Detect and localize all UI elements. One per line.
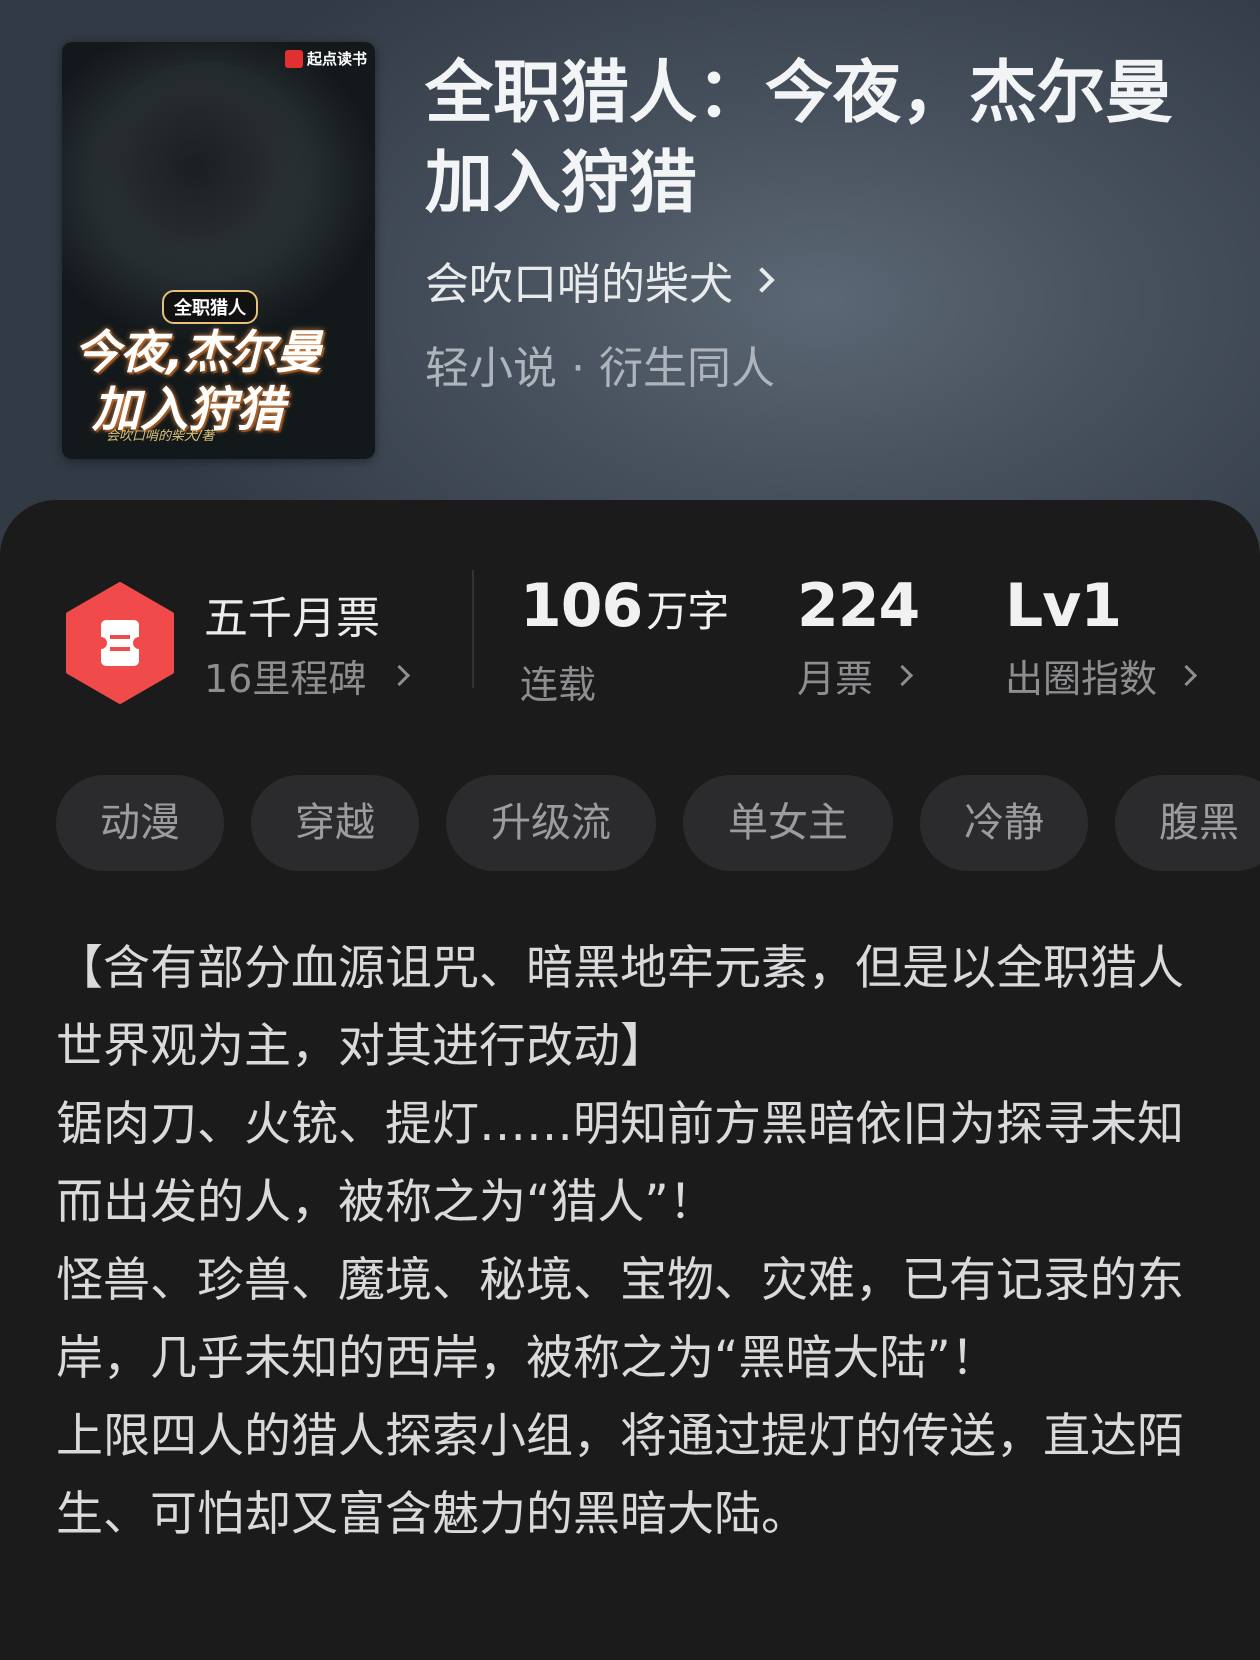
cover-brand: 起点读书: [284, 48, 367, 69]
chevron-right-icon: [749, 267, 775, 293]
tag-chip[interactable]: 升级流: [446, 775, 656, 871]
book-title: 全职猎人：今夜，杰尔曼加入狩猎: [425, 53, 1174, 223]
book-description[interactable]: 【含有部分血源诅咒、暗黑地牢元素，但是以全职猎人世界观为主，对其进行改动】 锯肉…: [56, 930, 1216, 1554]
description-paragraph: 【含有部分血源诅咒、暗黑地牢元素，但是以全职猎人世界观为主，对其进行改动】: [56, 941, 1184, 1074]
chevron-right-icon: [389, 664, 411, 687]
monthly-ticket-label: 月票: [797, 657, 874, 701]
tag-chip[interactable]: 动漫: [56, 775, 224, 871]
word-count-unit: 万字: [646, 587, 729, 636]
description-paragraph: 上限四人的猎人探索小组，将通过提灯的传送，直达陌生、可怕却又富含魅力的黑暗大陆。: [56, 1409, 1184, 1542]
monthly-ticket-stat[interactable]: 224 月票: [797, 571, 920, 703]
qidian-logo-icon: [284, 49, 303, 68]
word-count-stat: 106万字 连载: [520, 571, 729, 709]
description-paragraph: 怪兽、珍兽、魔境、秘境、宝物、灾难，已有记录的东岸，几乎未知的西岸，被称之为“黑…: [56, 1253, 1184, 1386]
tag-list: 动漫 穿越 升级流 单女主 冷静 腹黑: [56, 775, 1260, 875]
milestone-title: 五千月票: [204, 593, 380, 644]
tag-chip[interactable]: 单女主: [683, 775, 893, 871]
word-count-label: 连载: [520, 663, 597, 707]
chevron-right-icon: [1175, 664, 1198, 687]
milestone-subtitle: 16里程碑: [204, 657, 367, 701]
popularity-stat[interactable]: Lv1 出圈指数: [1005, 571, 1198, 703]
word-count-value: 106: [520, 571, 643, 641]
cover-artwork: [92, 62, 322, 292]
stats-divider: [472, 570, 474, 688]
description-paragraph: 锯肉刀、火铳、提灯……明知前方黑暗依旧为探寻未知而出发的人，被称之为“猎人”！: [56, 1097, 1184, 1230]
ticket-badge-icon[interactable]: [64, 582, 176, 704]
tag-chip[interactable]: 腹黑: [1115, 775, 1260, 871]
cover-brand-text: 起点读书: [306, 50, 367, 68]
milestone-link[interactable]: 16里程碑: [204, 648, 411, 703]
book-genre: 轻小说 · 衍生同人: [425, 343, 775, 394]
tag-chip[interactable]: 穿越: [251, 775, 419, 871]
author-name: 会吹口哨的柴犬: [425, 259, 733, 310]
tag-chip[interactable]: 冷静: [920, 775, 1088, 871]
book-cover[interactable]: 起点读书 全职猎人 今夜,杰尔曼 加入狩猎 会吹口哨的柴犬/著: [62, 42, 375, 459]
cover-byline: 会吹口哨的柴犬/著: [106, 429, 215, 444]
popularity-value: Lv1: [1005, 571, 1122, 641]
chevron-right-icon: [891, 664, 914, 687]
popularity-label: 出圈指数: [1005, 657, 1158, 701]
monthly-ticket-value: 224: [797, 571, 920, 641]
author-link[interactable]: 会吹口哨的柴犬: [425, 248, 775, 312]
